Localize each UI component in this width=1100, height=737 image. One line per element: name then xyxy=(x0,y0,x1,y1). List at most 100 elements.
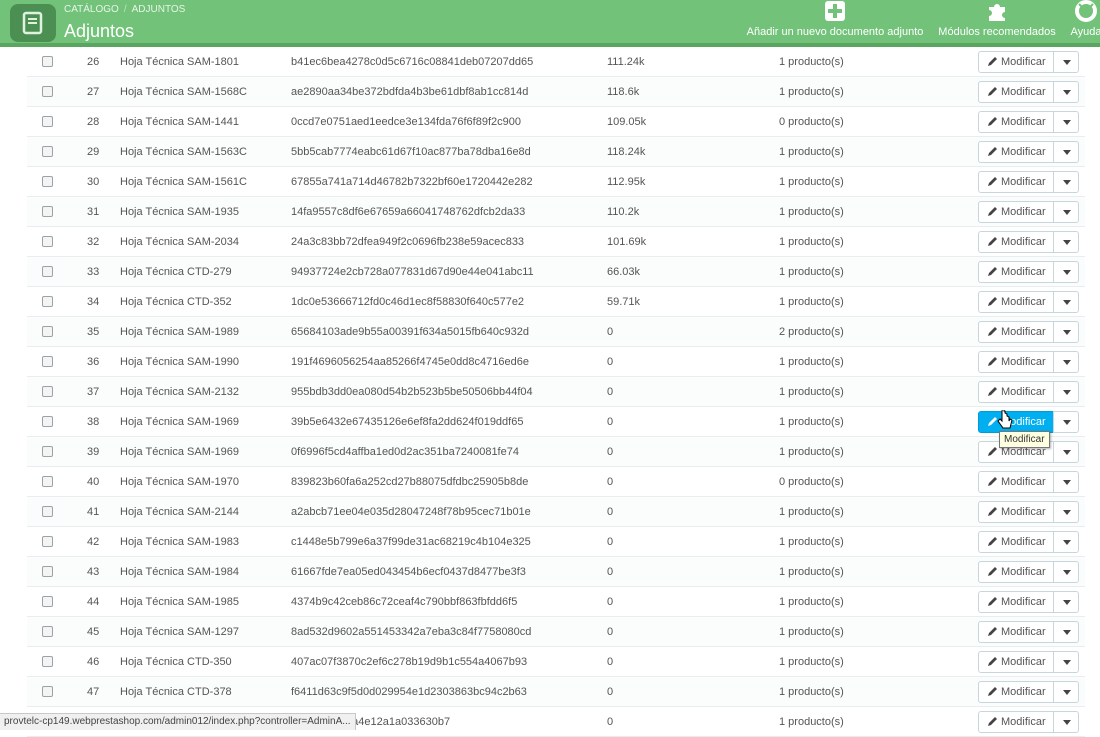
caret-down-icon xyxy=(1063,90,1071,95)
edit-label: Modificar xyxy=(1001,266,1046,278)
recommended-modules-button[interactable]: Módulos recomendados xyxy=(936,0,1058,40)
row-checkbox[interactable] xyxy=(42,206,53,217)
actions-dropdown-button[interactable] xyxy=(1053,621,1079,643)
row-name: Hoja Técnica SAM-1563C xyxy=(120,146,247,158)
actions-dropdown-button[interactable] xyxy=(1053,411,1079,433)
table-row: 30 Hoja Técnica SAM-1561C 67855a741a714d46… xyxy=(27,167,1085,197)
row-checkbox[interactable] xyxy=(42,326,53,337)
row-checkbox[interactable] xyxy=(42,386,53,397)
edit-button[interactable]: Modificar xyxy=(978,411,1054,433)
breadcrumb-catalog[interactable]: CATÁLOGO xyxy=(64,4,119,15)
edit-button[interactable]: Modificar xyxy=(978,681,1054,703)
edit-button[interactable]: Modificar xyxy=(978,51,1054,73)
row-checkbox[interactable] xyxy=(42,596,53,607)
edit-label: Modificar xyxy=(1001,176,1046,188)
pencil-icon xyxy=(988,327,997,336)
book-logo-icon[interactable] xyxy=(10,4,56,42)
edit-button[interactable]: Modificar xyxy=(978,381,1054,403)
row-name: Hoja Técnica SAM-1561C xyxy=(120,176,247,188)
edit-label: Modificar xyxy=(1001,686,1046,698)
table-row: 27 Hoja Técnica SAM-1568C ae2890aa34be372b… xyxy=(27,77,1085,107)
row-file-hash: 39b5e6432e67435126e6ef8fa2dd624f019ddf65 xyxy=(291,416,524,428)
edit-button[interactable]: Modificar xyxy=(978,621,1054,643)
row-file-hash: 65684103ade9b55a00391f634a5015fb640c932d xyxy=(291,326,529,338)
row-actions: Modificar xyxy=(978,621,1079,643)
actions-dropdown-button[interactable] xyxy=(1053,501,1079,523)
edit-button[interactable]: Modificar xyxy=(978,261,1054,283)
edit-button[interactable]: Modificar xyxy=(978,561,1054,583)
row-checkbox[interactable] xyxy=(42,176,53,187)
caret-down-icon xyxy=(1063,360,1071,365)
edit-button[interactable]: Modificar xyxy=(978,591,1054,613)
edit-button[interactable]: Modificar xyxy=(978,111,1054,133)
actions-dropdown-button[interactable] xyxy=(1053,441,1079,463)
row-checkbox[interactable] xyxy=(42,536,53,547)
row-size: 0 xyxy=(607,686,614,698)
edit-button[interactable]: Modificar xyxy=(978,351,1054,373)
actions-dropdown-button[interactable] xyxy=(1053,381,1079,403)
actions-dropdown-button[interactable] xyxy=(1053,261,1079,283)
edit-button[interactable]: Modificar xyxy=(978,81,1054,103)
caret-down-icon xyxy=(1063,570,1071,575)
edit-button[interactable]: Modificar xyxy=(978,501,1054,523)
help-button[interactable]: Ayuda xyxy=(1066,0,1100,40)
row-checkbox[interactable] xyxy=(42,356,53,367)
row-id: 27 xyxy=(87,86,100,98)
row-checkbox[interactable] xyxy=(42,116,53,127)
table-row: 45 Hoja Técnica SAM-1297 8ad532d9602a55145… xyxy=(27,617,1085,647)
add-attachment-button[interactable]: Añadir un nuevo documento adjunto xyxy=(740,0,930,40)
row-checkbox[interactable] xyxy=(42,506,53,517)
actions-dropdown-button[interactable] xyxy=(1053,351,1079,373)
edit-label: Modificar xyxy=(1001,296,1046,308)
row-checkbox[interactable] xyxy=(42,686,53,697)
row-checkbox[interactable] xyxy=(42,86,53,97)
actions-dropdown-button[interactable] xyxy=(1053,681,1079,703)
edit-button[interactable]: Modificar xyxy=(978,141,1054,163)
actions-dropdown-button[interactable] xyxy=(1053,531,1079,553)
breadcrumb-attachments[interactable]: ADJUNTOS xyxy=(132,4,186,15)
row-checkbox[interactable] xyxy=(42,446,53,457)
row-checkbox[interactable] xyxy=(42,56,53,67)
actions-dropdown-button[interactable] xyxy=(1053,231,1079,253)
actions-dropdown-button[interactable] xyxy=(1053,141,1079,163)
actions-dropdown-button[interactable] xyxy=(1053,321,1079,343)
actions-dropdown-button[interactable] xyxy=(1053,291,1079,313)
row-name: Hoja Técnica SAM-1983 xyxy=(120,536,240,548)
row-checkbox[interactable] xyxy=(42,236,53,247)
actions-dropdown-button[interactable] xyxy=(1053,201,1079,223)
actions-dropdown-button[interactable] xyxy=(1053,171,1079,193)
row-checkbox[interactable] xyxy=(42,266,53,277)
row-checkbox[interactable] xyxy=(42,566,53,577)
row-file-hash: 0ccd7e0751aed1eedce3e134fda76f6f89f2c900 xyxy=(291,116,521,128)
row-checkbox[interactable] xyxy=(42,476,53,487)
actions-dropdown-button[interactable] xyxy=(1053,591,1079,613)
edit-button[interactable]: Modificar xyxy=(978,291,1054,313)
actions-dropdown-button[interactable] xyxy=(1053,111,1079,133)
caret-down-icon xyxy=(1063,600,1071,605)
actions-dropdown-button[interactable] xyxy=(1053,81,1079,103)
edit-button[interactable]: Modificar xyxy=(978,321,1054,343)
actions-dropdown-button[interactable] xyxy=(1053,471,1079,493)
actions-dropdown-button[interactable] xyxy=(1053,651,1079,673)
actions-dropdown-button[interactable] xyxy=(1053,561,1079,583)
row-checkbox[interactable] xyxy=(42,296,53,307)
row-size: 0 xyxy=(607,656,614,668)
row-checkbox[interactable] xyxy=(42,656,53,667)
pencil-icon xyxy=(988,387,997,396)
actions-dropdown-button[interactable] xyxy=(1053,51,1079,73)
edit-button[interactable]: Modificar xyxy=(978,171,1054,193)
edit-button[interactable]: Modificar xyxy=(978,201,1054,223)
edit-button[interactable]: Modificar xyxy=(978,651,1054,673)
row-actions: Modificar xyxy=(978,651,1079,673)
row-associated: 1 producto(s) xyxy=(779,536,844,548)
row-checkbox[interactable] xyxy=(42,626,53,637)
edit-label: Modificar xyxy=(1001,326,1046,338)
row-actions: Modificar xyxy=(978,111,1079,133)
edit-button[interactable]: Modificar xyxy=(978,531,1054,553)
row-checkbox[interactable] xyxy=(42,146,53,157)
edit-button[interactable]: Modificar xyxy=(978,231,1054,253)
edit-button[interactable]: Modificar xyxy=(978,471,1054,493)
row-checkbox[interactable] xyxy=(42,416,53,427)
row-file-hash: f6411d63c9f5d0d029954e1d2303863bc94c2b63 xyxy=(291,686,527,698)
row-size: 0 xyxy=(607,626,614,638)
